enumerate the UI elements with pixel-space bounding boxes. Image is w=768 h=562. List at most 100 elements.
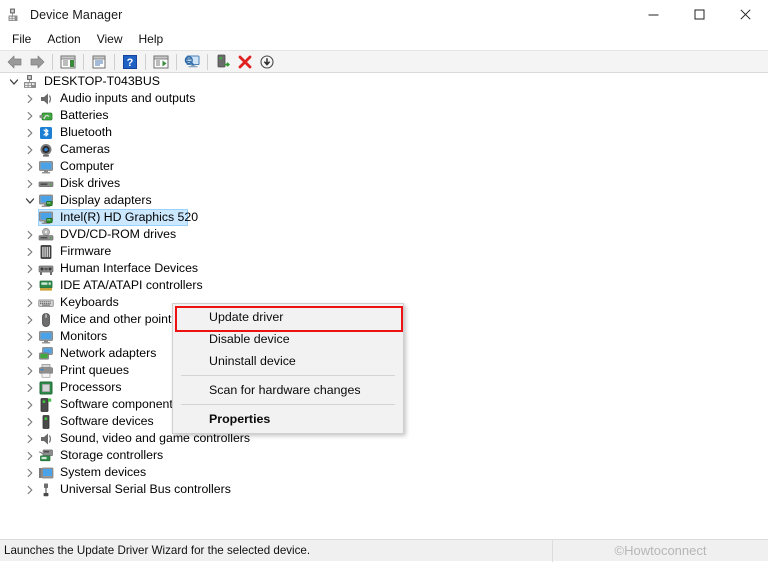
tree-row-cameras[interactable]: Cameras bbox=[0, 141, 768, 158]
chevron-right-icon[interactable] bbox=[22, 124, 38, 141]
chevron-right-icon[interactable] bbox=[22, 243, 38, 260]
context-menu-item-properties[interactable]: Properties bbox=[173, 408, 403, 430]
menu-view[interactable]: View bbox=[89, 30, 131, 49]
tree-row-firmware[interactable]: Firmware bbox=[0, 243, 768, 260]
tree-label: Universal Serial Bus controllers bbox=[60, 481, 231, 498]
chevron-right-icon[interactable] bbox=[22, 107, 38, 124]
menu-file[interactable]: File bbox=[4, 30, 39, 49]
maximize-button[interactable] bbox=[676, 0, 722, 29]
uninstall-device-icon[interactable] bbox=[234, 51, 256, 72]
context-menu-item-disable-device[interactable]: Disable device bbox=[173, 328, 403, 350]
tree-label: Computer bbox=[60, 158, 114, 175]
usb-icon bbox=[38, 482, 54, 498]
minimize-button[interactable] bbox=[630, 0, 676, 29]
chevron-down-icon[interactable] bbox=[22, 192, 38, 209]
software-device-icon bbox=[38, 414, 54, 430]
separator-5 bbox=[176, 54, 177, 70]
context-menu-item-scan-for-hardware-changes[interactable]: Scan for hardware changes bbox=[173, 379, 403, 401]
tree-row-ide-ata-atapi-controllers[interactable]: IDE ATA/ATAPI controllers bbox=[0, 277, 768, 294]
tree-label: Display adapters bbox=[60, 192, 152, 209]
tree-label: Bluetooth bbox=[60, 124, 112, 141]
chevron-down-icon[interactable] bbox=[6, 73, 22, 90]
tree-label: Print queues bbox=[60, 362, 129, 379]
action-icon[interactable] bbox=[150, 51, 172, 72]
chevron-right-icon[interactable] bbox=[22, 328, 38, 345]
chevron-right-icon[interactable] bbox=[22, 464, 38, 481]
disable-device-icon[interactable] bbox=[256, 51, 278, 72]
chevron-right-icon[interactable] bbox=[22, 277, 38, 294]
processor-icon bbox=[38, 380, 54, 396]
scan-for-hardware-changes-icon[interactable] bbox=[181, 51, 203, 72]
tree-label: Software components bbox=[60, 396, 179, 413]
menu-help[interactable]: Help bbox=[131, 30, 172, 49]
monitor-icon bbox=[38, 329, 54, 345]
chevron-right-icon[interactable] bbox=[22, 430, 38, 447]
menu-action[interactable]: Action bbox=[39, 30, 88, 49]
chevron-right-icon[interactable] bbox=[22, 175, 38, 192]
show-hide-console-tree-icon[interactable] bbox=[57, 51, 79, 72]
keyboard-icon bbox=[38, 295, 54, 311]
tree-label: Intel(R) HD Graphics 520 bbox=[60, 209, 198, 226]
hid-icon bbox=[38, 261, 54, 277]
tree-label: Storage controllers bbox=[60, 447, 163, 464]
chevron-right-icon[interactable] bbox=[22, 158, 38, 175]
separator-6 bbox=[207, 54, 208, 70]
watermark: ©Howtoconnect bbox=[553, 540, 768, 562]
window-title: Device Manager bbox=[30, 8, 122, 22]
tree-row-batteries[interactable]: Batteries bbox=[0, 107, 768, 124]
tree-row-bluetooth[interactable]: Bluetooth bbox=[0, 124, 768, 141]
tree-row-root[interactable]: DESKTOP-T043BUS bbox=[0, 73, 768, 90]
tree-row-universal-serial-bus-controllers[interactable]: Universal Serial Bus controllers bbox=[0, 481, 768, 498]
tree-label: Audio inputs and outputs bbox=[60, 90, 195, 107]
help-icon[interactable]: ? bbox=[119, 51, 141, 72]
chevron-right-icon[interactable] bbox=[22, 226, 38, 243]
chevron-right-icon[interactable] bbox=[22, 294, 38, 311]
tree-row-display-adapters[interactable]: Display adapters bbox=[0, 192, 768, 209]
tree-label: IDE ATA/ATAPI controllers bbox=[60, 277, 203, 294]
chevron-right-icon[interactable] bbox=[22, 481, 38, 498]
tree-row-disk-drives[interactable]: Disk drives bbox=[0, 175, 768, 192]
printer-icon bbox=[38, 363, 54, 379]
title-bar: Device Manager bbox=[0, 0, 768, 29]
tree-label: Network adapters bbox=[60, 345, 156, 362]
chevron-right-icon[interactable] bbox=[22, 447, 38, 464]
tree-row-system-devices[interactable]: System devices bbox=[0, 464, 768, 481]
context-menu[interactable]: Update driver Disable device Uninstall d… bbox=[172, 303, 404, 434]
back-icon[interactable] bbox=[4, 51, 26, 72]
close-button[interactable] bbox=[722, 0, 768, 29]
chevron-right-icon[interactable] bbox=[22, 362, 38, 379]
context-menu-separator-1 bbox=[181, 375, 395, 376]
tree-row-human-interface-devices[interactable]: Human Interface Devices bbox=[0, 260, 768, 277]
properties-icon[interactable] bbox=[88, 51, 110, 72]
chevron-right-icon[interactable] bbox=[22, 379, 38, 396]
status-bar: Launches the Update Driver Wizard for th… bbox=[0, 539, 768, 561]
context-menu-item-update-driver[interactable]: Update driver bbox=[173, 306, 403, 328]
tree-row-storage-controllers[interactable]: Storage controllers bbox=[0, 447, 768, 464]
storage-controller-icon bbox=[38, 448, 54, 464]
battery-icon bbox=[38, 108, 54, 124]
tree-label: Disk drives bbox=[60, 175, 120, 192]
tree-label: Processors bbox=[60, 379, 122, 396]
tree-label-root: DESKTOP-T043BUS bbox=[44, 73, 160, 90]
chevron-right-icon[interactable] bbox=[22, 396, 38, 413]
chevron-right-icon[interactable] bbox=[22, 345, 38, 362]
mouse-icon bbox=[38, 312, 54, 328]
chevron-right-icon[interactable] bbox=[22, 413, 38, 430]
device-manager-icon bbox=[7, 7, 23, 23]
tree-label: Monitors bbox=[60, 328, 107, 345]
tree-row-dvd-cd-rom-drives[interactable]: DVD/CD-ROM drives bbox=[0, 226, 768, 243]
optical-drive-icon bbox=[38, 227, 54, 243]
chevron-right-icon[interactable] bbox=[22, 260, 38, 277]
tree-row-audio-inputs-and-outputs[interactable]: Audio inputs and outputs bbox=[0, 90, 768, 107]
separator-4 bbox=[145, 54, 146, 70]
chevron-right-icon[interactable] bbox=[22, 90, 38, 107]
chevron-right-icon[interactable] bbox=[22, 141, 38, 158]
software-component-icon bbox=[38, 397, 54, 413]
device-tree[interactable]: DESKTOP-T043BUS Audio inputs and outputs… bbox=[0, 73, 768, 528]
chevron-right-icon[interactable] bbox=[22, 311, 38, 328]
tree-row-computer[interactable]: Computer bbox=[0, 158, 768, 175]
context-menu-item-uninstall-device[interactable]: Uninstall device bbox=[173, 350, 403, 372]
update-driver-icon[interactable] bbox=[212, 51, 234, 72]
forward-icon[interactable] bbox=[26, 51, 48, 72]
tree-row-intel-hd-graphics-520[interactable]: Intel(R) HD Graphics 520 bbox=[0, 209, 768, 226]
